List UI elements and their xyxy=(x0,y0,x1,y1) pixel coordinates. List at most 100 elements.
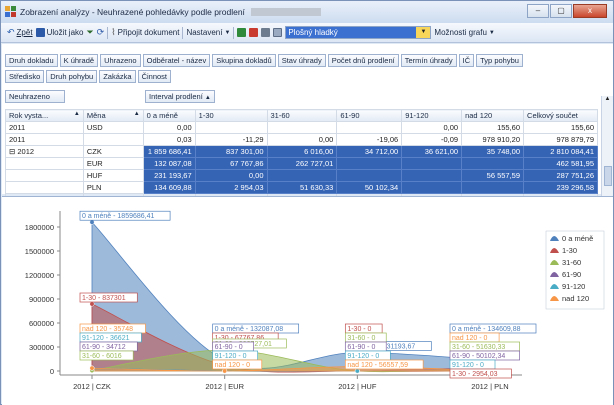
column-header[interactable]: Celkový součet xyxy=(523,109,598,122)
table-cell xyxy=(336,157,403,170)
back-label: Zpět xyxy=(16,28,33,37)
filter-field[interactable]: Počet dnů prodlení xyxy=(327,54,399,67)
data-point xyxy=(89,219,95,225)
table-cell xyxy=(401,157,463,170)
column-header[interactable]: 61-90 xyxy=(336,109,403,122)
row-field-currency-label: Měna xyxy=(86,111,106,120)
data-label: 31-60 - 6016 xyxy=(82,353,122,360)
data-point xyxy=(354,368,360,374)
row-field-currency[interactable]: Měna ▲ xyxy=(82,109,144,122)
settings-dropdown[interactable]: Nastavení ▼ xyxy=(186,28,230,37)
column-header[interactable]: 0 a méně xyxy=(142,109,196,122)
sort-up-icon: ▲ xyxy=(73,111,80,117)
column-field-interval[interactable]: Interval prodlení ▲ xyxy=(145,90,215,103)
data-label: 91-120 - 0 xyxy=(347,353,379,360)
table-cell: 67 767,86 xyxy=(194,157,268,170)
chevron-down-icon[interactable]: ▼ xyxy=(416,27,431,38)
close-button[interactable]: x xyxy=(573,4,607,18)
row-header-year xyxy=(5,157,84,170)
filter-field[interactable]: Středisko xyxy=(5,70,45,83)
table-row[interactable]: EUR 132 087,08 67 767,86 262 727,01 462 581,… xyxy=(5,157,598,170)
data-label: 0 a méně - 132087,08 xyxy=(215,326,284,333)
column-header[interactable]: 1-30 xyxy=(194,109,268,122)
table-cell xyxy=(266,169,338,182)
data-label: 61-90 - 0 xyxy=(347,344,375,351)
report-icon[interactable] xyxy=(249,28,259,37)
sort-up-icon: ▲ xyxy=(204,95,211,101)
table-row[interactable]: PLN 134 609,88 2 954,03 51 630,33 50 102,34 2… xyxy=(5,181,598,194)
filter-field[interactable]: IČ xyxy=(458,54,475,67)
filter-field[interactable]: Odběratel - název xyxy=(142,54,211,67)
filter-clear-button[interactable]: ⟳ xyxy=(97,27,105,38)
back-button[interactable]: ↶ Zpět xyxy=(7,27,33,38)
legend-label: 31-60 xyxy=(562,258,581,267)
save-as-button[interactable]: Uložit jako xyxy=(35,28,83,37)
minimize-button[interactable]: – xyxy=(527,4,549,18)
maximize-button[interactable]: ▢ xyxy=(550,4,572,18)
toolbar: ↶ Zpět Uložit jako ⏷ ⟳ ⌇ Připojit dokume… xyxy=(1,23,613,43)
data-field-neuhrazeno[interactable]: Neuhrazeno xyxy=(5,90,65,103)
y-tick-label: 600000 xyxy=(29,319,54,328)
filter-field[interactable]: Druh dokladu xyxy=(5,54,58,67)
filter-field[interactable]: Zakázka xyxy=(99,70,136,83)
table-cell xyxy=(461,157,525,170)
table-row[interactable]: HUF 231 193,67 0,00 56 557,59 287 751,26 xyxy=(5,169,598,182)
data-point xyxy=(222,368,228,374)
table-cell: 134 609,88 xyxy=(142,181,196,194)
legend-label: 61-90 xyxy=(562,270,581,279)
filter-field[interactable]: Uhrazeno xyxy=(100,54,141,67)
chart-type-select[interactable]: Plošný hladký ▼ xyxy=(285,26,432,39)
chart-options-dropdown[interactable]: Možnosti grafu ▼ xyxy=(434,28,494,37)
filter-field[interactable]: Činnost xyxy=(137,70,172,83)
table-cell: 2 810 084,41 xyxy=(523,145,598,158)
table-cell: 978 910,20 xyxy=(461,133,525,146)
filter-fields-row-2: Středisko Druh pohybu Zakázka Činnost xyxy=(5,70,172,83)
table-cell xyxy=(336,169,403,182)
table-cell: 34 712,00 xyxy=(336,145,403,158)
filter-field[interactable]: Stav úhrady xyxy=(277,54,326,67)
data-fields-row: Neuhrazeno xyxy=(5,90,65,103)
row-header-year: ⊟ 2012 xyxy=(5,145,84,158)
column-header[interactable]: nad 120 xyxy=(461,109,525,122)
filter-field[interactable]: Typ pohybu xyxy=(476,54,523,67)
table-cell xyxy=(266,121,338,134)
table-row[interactable]: 2011 0,03 -11,29 0,00 -19,06 -0,09 978 910,20 9… xyxy=(5,133,598,146)
table-cell: 132 087,08 xyxy=(142,157,196,170)
print-preview-icon[interactable] xyxy=(273,28,283,37)
filter-field[interactable]: Druh pohybu xyxy=(46,70,98,83)
y-tick-label: 1500000 xyxy=(25,247,54,256)
data-point xyxy=(89,301,95,307)
excel-export-icon[interactable] xyxy=(237,28,247,37)
scroll-up-icon[interactable]: ▲ xyxy=(602,96,613,102)
chevron-down-icon: ▼ xyxy=(224,29,231,36)
filter-field[interactable]: Termín úhrady xyxy=(400,54,457,67)
table-row[interactable]: ⊟ 2012 CZK 1 859 686,41 837 301,00 6 016,00 3… xyxy=(5,145,598,158)
floppy-icon xyxy=(35,28,45,37)
title-bar[interactable]: Zobrazení analýzy - Neuhrazené pohledávk… xyxy=(1,1,613,23)
row-field-year[interactable]: Rok vysta... ▲ xyxy=(5,109,84,122)
column-header[interactable]: 91-120 xyxy=(401,109,463,122)
data-label: 1-30 - 2954,03 xyxy=(452,371,498,378)
y-tick-label: 300000 xyxy=(29,343,54,352)
column-header[interactable]: 31-60 xyxy=(266,109,338,122)
scroll-thumb[interactable] xyxy=(604,166,612,186)
attach-document-button[interactable]: ⌇ Připojit dokument xyxy=(111,27,179,38)
filter-button[interactable]: ⏷ xyxy=(86,27,93,38)
table-cell: 0,00 xyxy=(266,133,338,146)
data-label: 61-90 - 34712 xyxy=(82,344,126,351)
data-label: 91-120 - 0 xyxy=(215,353,247,360)
toolbar-separator xyxy=(233,26,235,39)
print-icon[interactable] xyxy=(261,28,271,37)
filter-field[interactable]: Skupina dokladů xyxy=(212,54,276,67)
paperclip-icon: ⌇ xyxy=(111,27,116,37)
row-header-currency: PLN xyxy=(82,181,144,194)
table-row[interactable]: 2011 USD 0,00 0,00 155,60 155,60 xyxy=(5,121,598,134)
table-cell: 36 621,00 xyxy=(401,145,463,158)
table-cell: -11,29 xyxy=(194,133,268,146)
y-tick-label: 1800000 xyxy=(25,223,54,232)
row-header-year xyxy=(5,169,84,182)
table-cell: 155,60 xyxy=(523,121,598,134)
filter-field[interactable]: K úhradě xyxy=(59,54,99,67)
row-header-year: 2011 xyxy=(5,133,84,146)
table-cell: 837 301,00 xyxy=(194,145,268,158)
